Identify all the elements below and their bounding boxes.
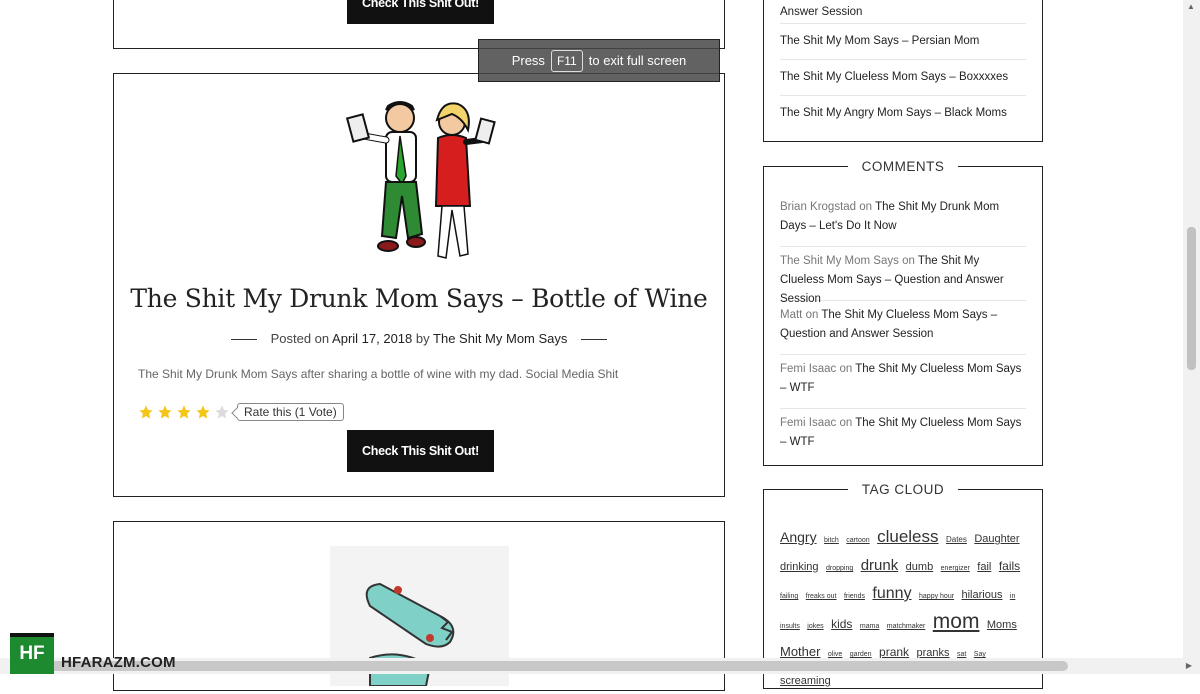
fullscreen-exit-notice: Press F11 to exit full screen [478,39,720,82]
comment-author: Femi Isaac [780,363,837,375]
fs-prefix: Press [511,53,545,68]
tag-link[interactable]: screaming [780,675,831,687]
article-card-main: The Shit My Drunk Mom Says – Bottle of W… [113,73,725,497]
f11-key: F11 [550,49,583,72]
watermark-site: HFARAZM.COM [61,654,176,671]
scroll-up-icon[interactable]: ▲ [1187,2,1195,11]
comment-item: The Shit My Mom Says on The Shit My Clue… [780,247,1026,305]
post-meta: Posted on April 17, 2018 by The Shit My … [114,331,724,346]
tag-link[interactable]: drinking [780,561,819,573]
comment-item: Matt on The Shit My Clueless Mom Says – … [780,301,1026,355]
check-it-out-button-previous[interactable]: Check This Shit Out! [347,0,494,24]
comment-item: Femi Isaac on The Shit My Clueless Mom S… [780,409,1026,463]
tag-link[interactable]: in [1010,593,1015,600]
tag-link[interactable]: fails [999,559,1020,573]
recent-post-link[interactable]: The Shit My Angry Mom Says – Black Moms [780,96,1026,131]
star-icon-4[interactable] [195,404,211,420]
comment-on: on [805,309,819,321]
tag-link[interactable]: energizer [941,565,970,572]
tag-link[interactable]: failing [780,593,798,600]
horizontal-scrollbar[interactable]: ▶ [0,658,1200,674]
tag-link[interactable]: mama [860,623,879,630]
tag-link[interactable]: fail [977,561,991,573]
comment-author[interactable]: The Shit My Mom Says [780,255,899,267]
tag-link[interactable]: Moms [987,619,1017,631]
comment-author: Brian Krogstad [780,201,857,213]
tag-link[interactable]: Daughter [974,533,1019,545]
star-icon-2[interactable] [157,404,173,420]
tag-link[interactable]: Mother [780,644,820,659]
tag-link[interactable]: mom [933,610,980,633]
posted-on-label: Posted on [270,331,330,346]
tag-link[interactable]: drunk [861,557,899,574]
comments-widget-title: COMMENTS [764,158,1042,176]
tag-link[interactable]: clueless [877,527,938,546]
comments-list: Brian Krogstad on The Shit My Drunk Mom … [780,193,1026,463]
comment-item: Femi Isaac on The Shit My Clueless Mom S… [780,355,1026,409]
post-title[interactable]: The Shit My Drunk Mom Says – Bottle of W… [114,284,724,313]
comment-author: Matt [780,309,803,321]
check-it-out-button[interactable]: Check This Shit Out! [347,430,494,472]
post-date-link[interactable]: April 17, 2018 [332,331,412,346]
star-rating: Rate this (1 Vote) [138,403,344,421]
meta-divider-left [230,339,257,341]
comment-on: on [859,201,873,213]
recent-posts-list: Answer Session The Shit My Mom Says – Pe… [780,1,1026,131]
post-author-link[interactable]: The Shit My Mom Says [433,331,567,346]
horizontal-scroll-thumb[interactable] [20,661,1068,671]
vertical-scroll-thumb[interactable] [1187,227,1196,370]
comment-on: on [839,363,853,375]
tag-link[interactable]: Angry [780,529,817,545]
recent-posts-widget: Answer Session The Shit My Mom Says – Pe… [763,0,1043,142]
vertical-scrollbar[interactable]: ▲ [1183,0,1200,658]
tag-link[interactable]: insults [780,623,800,630]
tag-link[interactable]: prank [879,645,909,659]
tag-link[interactable]: garden [850,651,872,658]
tag-cloud-title: TAG CLOUD [764,481,1042,499]
comment-on: on [902,255,915,267]
meta-divider-right [581,339,608,341]
tag-link[interactable]: hilarious [962,589,1003,601]
post-excerpt: The Shit My Drunk Mom Says after sharing… [138,367,619,381]
tag-link[interactable]: dumb [906,561,934,573]
tag-link[interactable]: freaks out [806,593,837,600]
comment-on: on [839,417,853,429]
recent-post-link[interactable]: The Shit My Mom Says – Persian Mom [780,24,1026,60]
tag-link[interactable]: Say [974,651,986,658]
tag-link[interactable]: sat [957,651,966,658]
by-label: by [415,331,430,346]
tag-link[interactable]: Dates [946,535,967,544]
tag-link[interactable]: olive [828,651,842,658]
tag-link[interactable]: friends [844,593,865,600]
comment-item: Brian Krogstad on The Shit My Drunk Mom … [780,193,1026,247]
star-icon-5[interactable] [214,404,230,420]
hf-logo: HF [10,633,54,674]
star-icon-1[interactable] [138,404,154,420]
tag-link[interactable]: happy hour [919,593,954,600]
tag-link[interactable]: matchmaker [887,623,926,630]
tag-link[interactable]: dropping [826,565,853,572]
star-icon-3[interactable] [176,404,192,420]
tag-link[interactable]: kids [831,617,852,631]
tag-link[interactable]: funny [872,585,911,602]
comment-author: Femi Isaac [780,417,837,429]
comments-widget: COMMENTS Brian Krogstad on The Shit My D… [763,159,1043,466]
tag-link[interactable]: cartoon [846,537,869,544]
recent-post-link[interactable]: The Shit My Clueless Mom Says – Boxxxxes [780,60,1026,96]
scroll-right-icon[interactable]: ▶ [1186,661,1192,670]
drunk-couple-illustration [345,101,496,259]
rate-this-label[interactable]: Rate this (1 Vote) [237,403,344,421]
tag-link[interactable]: bitch [824,537,839,544]
recent-post-link[interactable]: Answer Session [780,1,1026,24]
fs-suffix: to exit full screen [588,53,687,68]
tag-link[interactable]: jokes [807,623,823,630]
